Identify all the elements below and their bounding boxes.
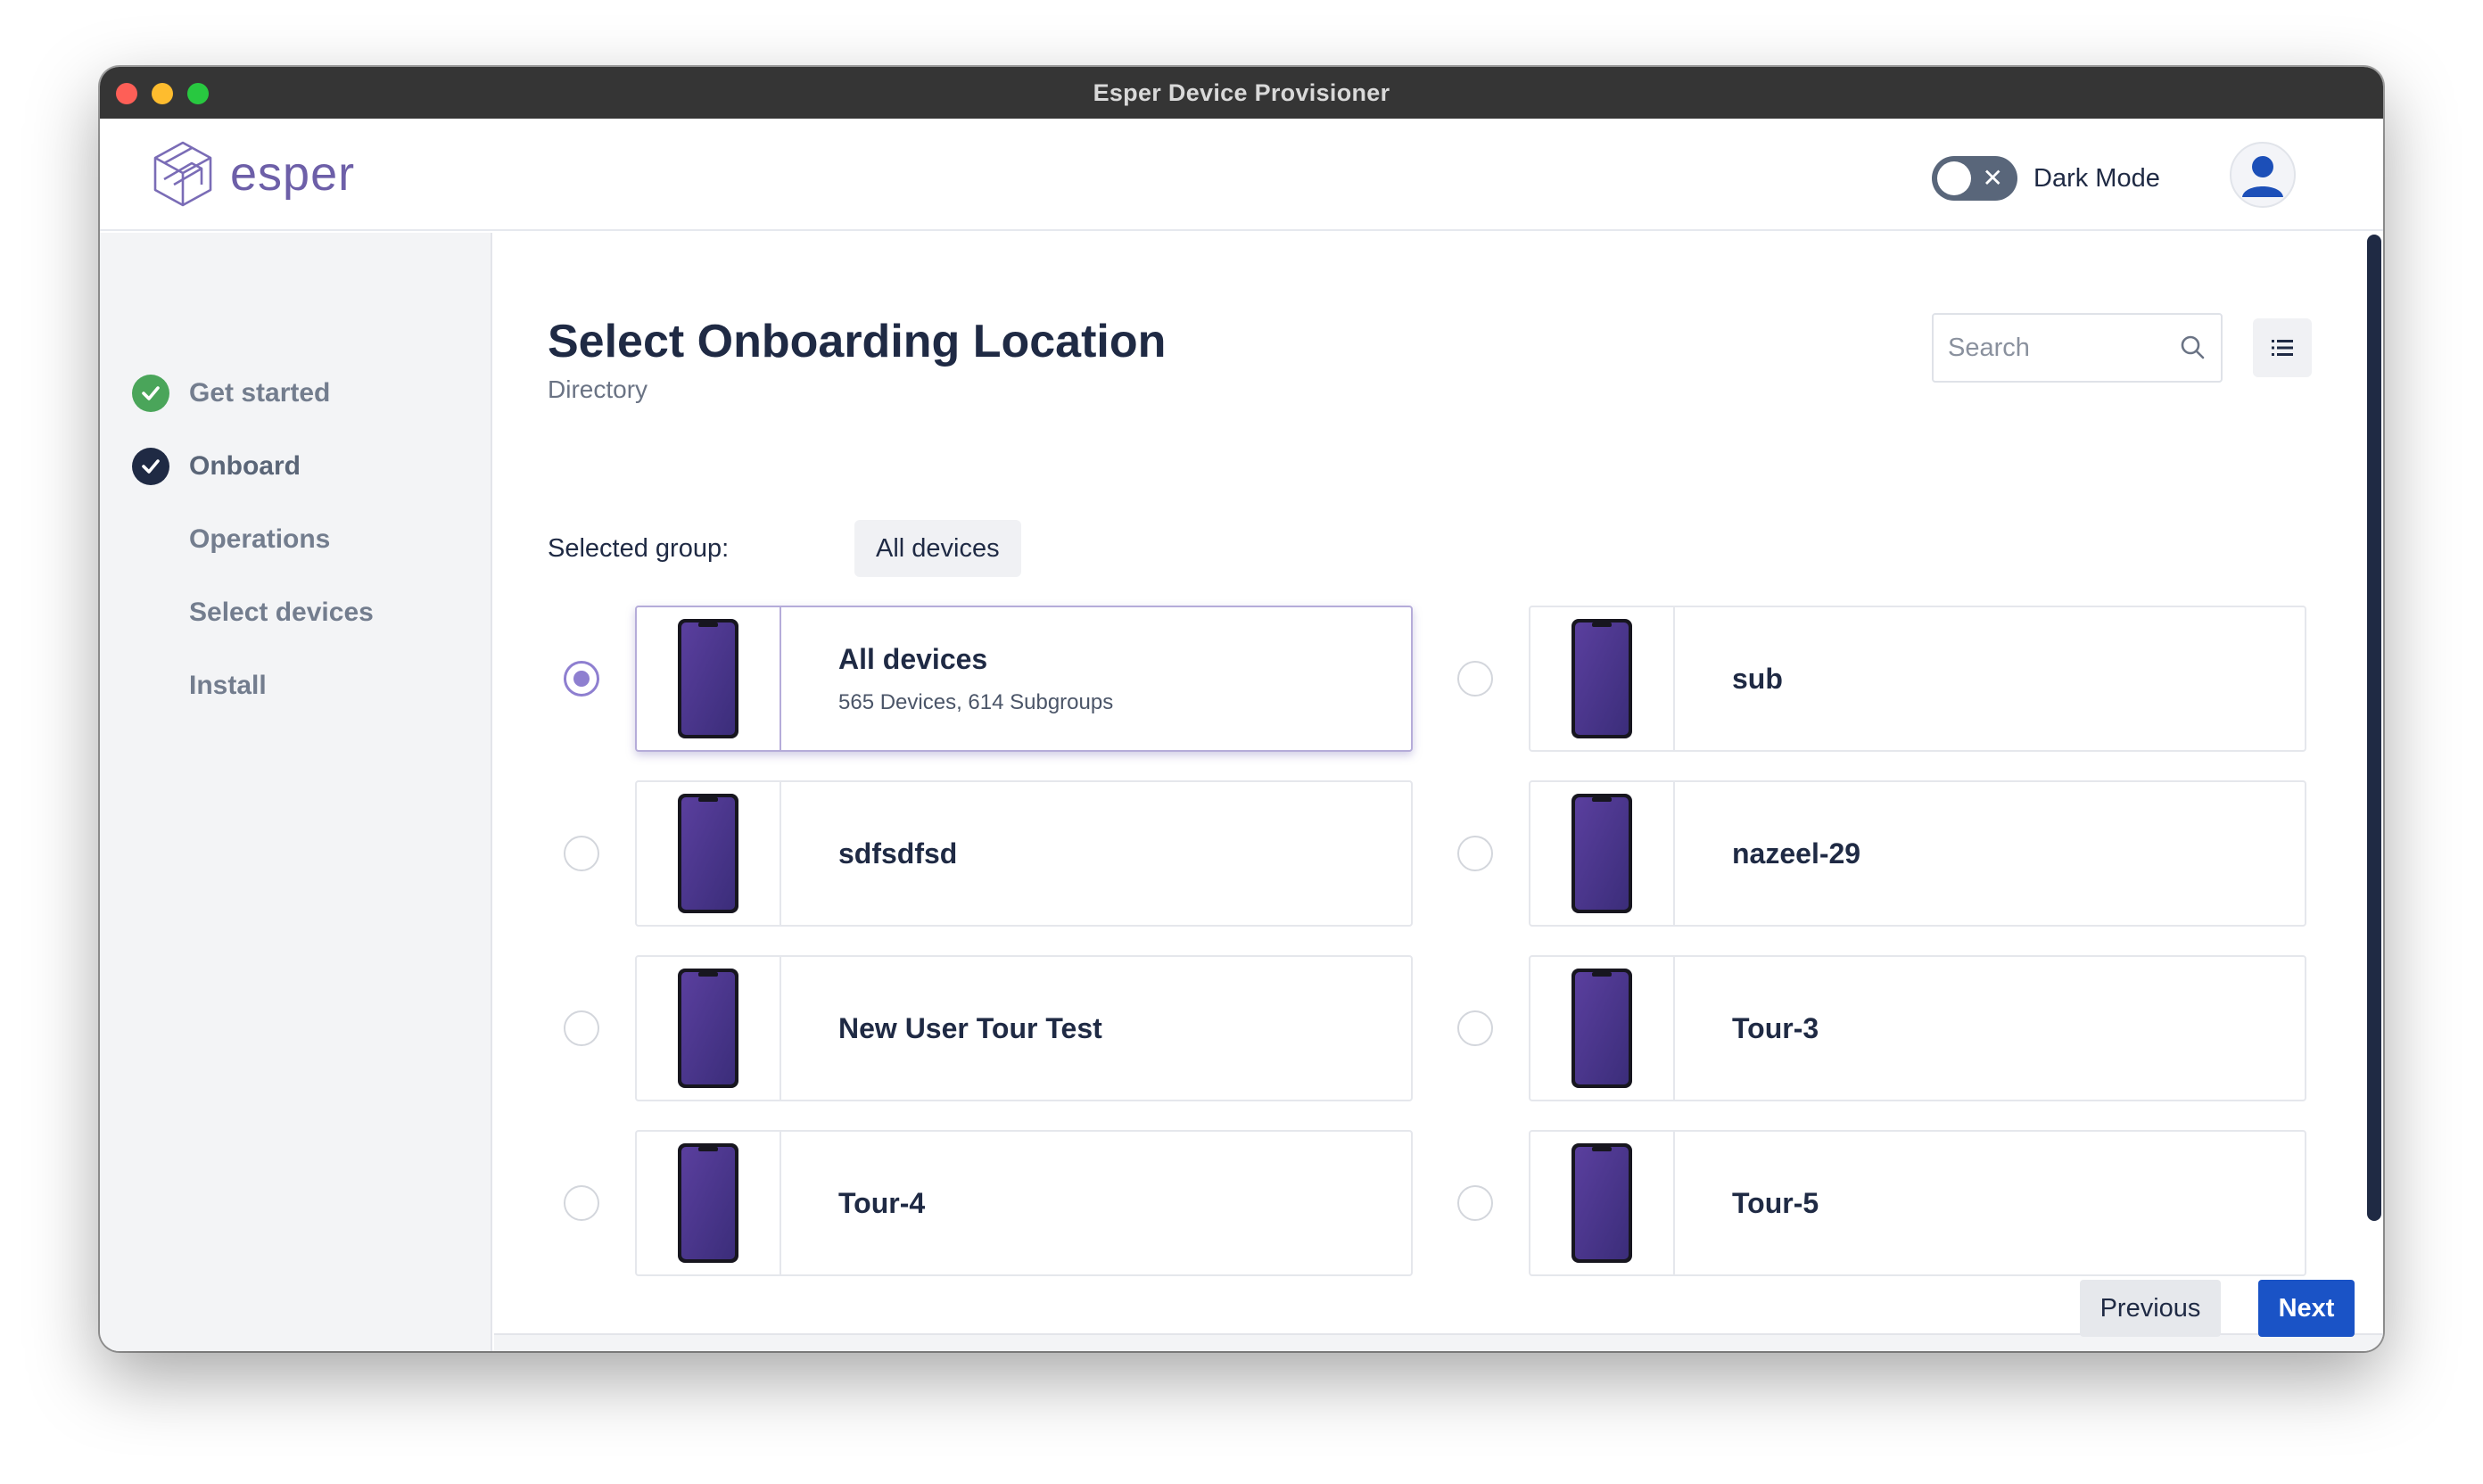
selected-group-chip: All devices	[854, 520, 1021, 577]
step-label: Get started	[189, 378, 331, 408]
logo-wordmark: esper	[230, 147, 356, 201]
step-label: Operations	[189, 524, 331, 554]
app-window: Esper Device Provisioner esper ✕ Dark Mo…	[100, 67, 2383, 1351]
search-input[interactable]	[1948, 333, 2162, 363]
step-onboard[interactable]: Onboard	[132, 447, 301, 486]
group-name: nazeel-29	[1732, 837, 1861, 870]
group-name: New User Tour Test	[838, 1011, 1102, 1044]
phone-thumb	[637, 607, 781, 750]
group-info: Tour-3	[1675, 1012, 1819, 1045]
minimize-window-button[interactable]	[152, 83, 173, 104]
phone-icon	[678, 969, 738, 1088]
esper-logo: esper	[152, 140, 355, 208]
dark-mode-control: ✕ Dark Mode	[1932, 156, 2160, 201]
group-info: nazeel-29	[1675, 837, 1860, 870]
group-card-tour-4[interactable]: Tour-4	[635, 1130, 1413, 1276]
step-label: Install	[189, 671, 267, 700]
phone-icon	[1571, 794, 1632, 913]
check-circle-icon	[132, 448, 169, 485]
toggle-knob	[1937, 161, 1971, 195]
steps-sidebar: Get started Onboard Operations Select de…	[100, 233, 492, 1351]
dark-mode-toggle[interactable]: ✕	[1932, 156, 2017, 201]
group-radio-tour-5[interactable]	[1457, 1185, 1493, 1221]
group-card-nazeel-29[interactable]: nazeel-29	[1529, 780, 2306, 927]
close-window-button[interactable]	[116, 83, 137, 104]
group-radio-sdfsdfsd[interactable]	[564, 836, 599, 871]
step-install[interactable]: Install	[189, 666, 267, 705]
group-name: sdfsdfsd	[838, 837, 958, 870]
phone-thumb	[1530, 607, 1675, 750]
user-avatar-button[interactable]	[2230, 142, 2296, 208]
scrollbar-thumb[interactable]	[2367, 235, 2381, 1221]
selected-group-label: Selected group:	[548, 534, 730, 563]
group-name: Tour-5	[1732, 1186, 1819, 1219]
phone-icon	[678, 794, 738, 913]
step-operations[interactable]: Operations	[189, 520, 330, 559]
maximize-window-button[interactable]	[187, 83, 209, 104]
phone-icon	[1571, 969, 1632, 1088]
group-card-new-user-tour-test[interactable]: New User Tour Test	[635, 955, 1413, 1101]
phone-icon	[678, 619, 738, 738]
group-name: Tour-4	[838, 1186, 926, 1219]
phone-thumb	[1530, 957, 1675, 1100]
group-radio-sub[interactable]	[1457, 661, 1493, 697]
group-card-sub[interactable]: sub	[1529, 606, 2306, 752]
step-select-devices[interactable]: Select devices	[189, 593, 374, 632]
main-content: Select Onboarding Location Directory Sel…	[494, 233, 2383, 1351]
group-info: sdfsdfsd	[781, 837, 957, 870]
dark-mode-label: Dark Mode	[2033, 163, 2160, 193]
group-radio-tour-3[interactable]	[1457, 1010, 1493, 1046]
group-card-tour-5[interactable]: Tour-5	[1529, 1130, 2306, 1276]
group-radio-new-user-tour-test[interactable]	[564, 1010, 599, 1046]
phone-thumb	[1530, 782, 1675, 925]
group-info: New User Tour Test	[781, 1012, 1102, 1045]
title-bar: Esper Device Provisioner	[100, 67, 2383, 119]
vertical-scrollbar[interactable]	[2365, 233, 2383, 1221]
app-header: esper ✕ Dark Mode	[100, 119, 2383, 231]
check-circle-icon	[132, 375, 169, 412]
group-info: Tour-4	[781, 1187, 925, 1220]
group-name: sub	[1732, 662, 1783, 695]
user-avatar-icon	[2242, 156, 2283, 197]
window-title: Esper Device Provisioner	[1093, 78, 1390, 106]
phone-icon	[678, 1143, 738, 1263]
step-label: Select devices	[189, 598, 374, 627]
group-name: All devices	[838, 642, 988, 675]
next-button[interactable]: Next	[2258, 1280, 2355, 1337]
page-title: Select Onboarding Location	[548, 316, 1167, 367]
group-info: sub	[1675, 663, 1783, 696]
group-card-all-devices[interactable]: All devices 565 Devices, 614 Subgroups	[635, 606, 1413, 752]
esper-logo-icon	[153, 141, 212, 207]
phone-thumb	[637, 782, 781, 925]
step-get-started[interactable]: Get started	[132, 374, 330, 413]
group-card-sdfsdfsd[interactable]: sdfsdfsd	[635, 780, 1413, 927]
group-radio-all-devices[interactable]	[564, 661, 599, 697]
list-view-icon	[2272, 340, 2293, 356]
group-card-tour-3[interactable]: Tour-3	[1529, 955, 2306, 1101]
group-info: All devices 565 Devices, 614 Subgroups	[781, 643, 1113, 715]
phone-thumb	[1530, 1132, 1675, 1274]
previous-button[interactable]: Previous	[2080, 1280, 2221, 1337]
group-name: Tour-3	[1732, 1011, 1819, 1044]
group-meta: 565 Devices, 614 Subgroups	[838, 689, 1114, 714]
group-radio-tour-4[interactable]	[564, 1185, 599, 1221]
phone-icon	[1571, 619, 1632, 738]
search-icon[interactable]	[2180, 334, 2207, 361]
window-controls	[116, 83, 209, 104]
page-subtitle: Directory	[548, 375, 648, 403]
step-label: Onboard	[189, 451, 301, 481]
group-radio-nazeel-29[interactable]	[1457, 836, 1493, 871]
phone-icon	[1571, 1143, 1632, 1263]
phone-thumb	[637, 1132, 781, 1274]
search-box	[1932, 313, 2223, 383]
toggle-x-icon: ✕	[1982, 164, 2003, 192]
list-view-button[interactable]	[2253, 318, 2312, 377]
group-info: Tour-5	[1675, 1187, 1819, 1220]
phone-thumb	[637, 957, 781, 1100]
